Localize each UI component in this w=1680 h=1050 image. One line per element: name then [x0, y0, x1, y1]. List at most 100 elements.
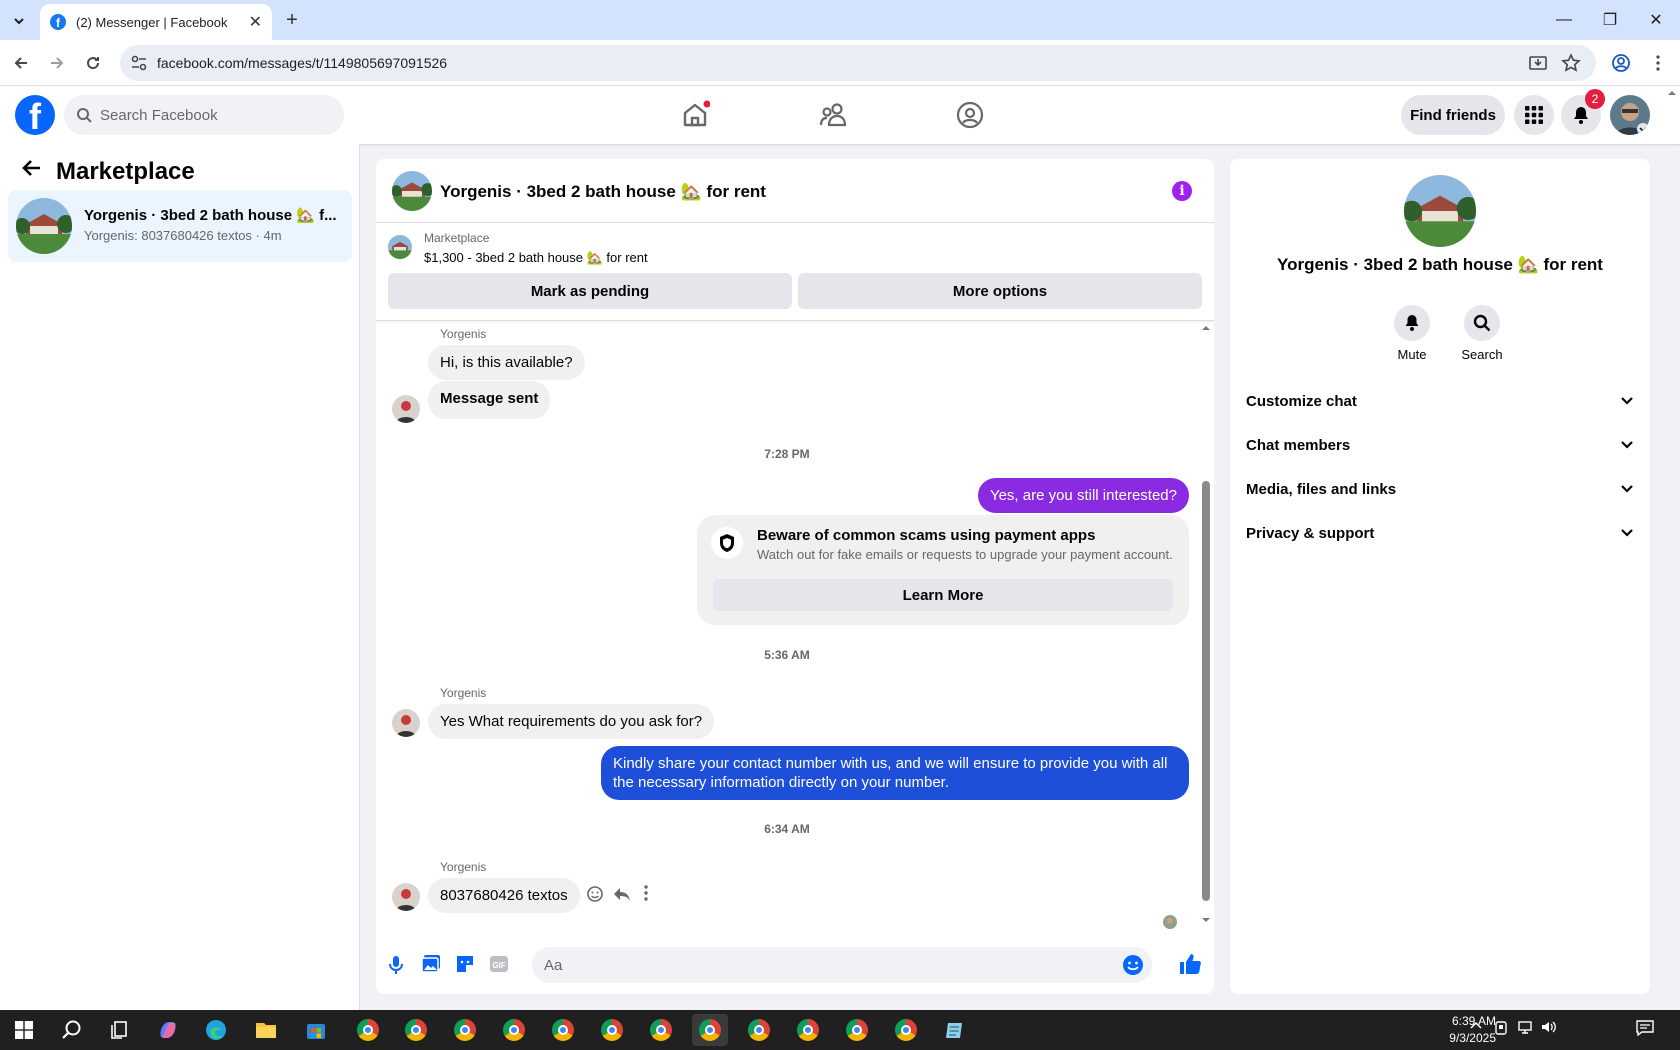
profile-icon[interactable] [1608, 50, 1634, 76]
shield-icon [711, 527, 743, 559]
info-panel-avatar[interactable] [1404, 175, 1476, 247]
message-outgoing[interactable]: Kindly share your contact number with us… [601, 746, 1189, 800]
like-thumb-icon[interactable] [1178, 952, 1202, 976]
section-label: Privacy & support [1246, 524, 1375, 542]
chrome-icon[interactable] [643, 1014, 679, 1046]
chrome-icon[interactable] [350, 1014, 386, 1046]
chrome-icon[interactable] [790, 1014, 826, 1046]
chat-header-avatar[interactable] [392, 171, 432, 211]
search-icon [77, 108, 92, 123]
chrome-icon[interactable] [447, 1014, 483, 1046]
restore-icon[interactable]: ❐ [1586, 0, 1634, 40]
chrome-icon[interactable] [398, 1014, 434, 1046]
notepad-icon[interactable] [937, 1014, 973, 1046]
browser-tab[interactable]: f (2) Messenger | Facebook ✕ [40, 4, 272, 40]
react-icon[interactable] [586, 885, 604, 903]
message-incoming[interactable]: Yes What requirements do you ask for? [428, 704, 715, 739]
chrome-icon[interactable] [545, 1014, 581, 1046]
seen-avatar [1163, 915, 1177, 929]
scrollbar-thumb[interactable] [1202, 481, 1210, 901]
message-incoming[interactable]: 8037680426 textos [428, 878, 580, 913]
sidebar-title: Marketplace [56, 158, 195, 185]
tray-app-icon[interactable] [1494, 1020, 1508, 1036]
volume-icon[interactable] [1541, 1020, 1557, 1034]
svg-text:GIF: GIF [492, 961, 505, 970]
chrome-icon[interactable] [692, 1014, 728, 1046]
menu-grid-icon[interactable] [1514, 95, 1554, 135]
message-more-icon[interactable] [644, 885, 648, 901]
friends-icon[interactable] [818, 100, 848, 130]
install-app-icon[interactable] [1528, 53, 1548, 73]
sticker-icon[interactable] [454, 953, 476, 975]
browser-toolbar: facebook.com/messages/t/1149805697091526 [0, 40, 1680, 86]
chat-scrollbar[interactable] [1198, 321, 1214, 927]
site-info-icon[interactable] [130, 54, 148, 72]
emoji-icon[interactable] [1122, 954, 1144, 976]
reply-icon[interactable] [613, 885, 631, 903]
listing-mini-thumbnail [388, 235, 412, 259]
notification-badge: 2 [1585, 89, 1605, 109]
reload-icon[interactable] [80, 50, 106, 76]
customize-chat-section[interactable]: Customize chat [1246, 379, 1634, 423]
sender-avatar [392, 883, 420, 911]
bookmark-star-icon[interactable] [1561, 53, 1581, 73]
search-icon [1464, 305, 1500, 341]
url-text: facebook.com/messages/t/1149805697091526 [157, 55, 448, 71]
gif-icon[interactable]: GIF [488, 953, 510, 975]
edge-icon[interactable] [198, 1014, 234, 1046]
photo-icon[interactable] [420, 953, 442, 975]
address-bar[interactable]: facebook.com/messages/t/1149805697091526 [120, 45, 1596, 81]
info-icon[interactable]: i [1172, 181, 1192, 201]
mute-button[interactable]: Mute [1382, 305, 1442, 362]
home-icon[interactable] [680, 100, 710, 130]
chat-title[interactable]: Yorgenis · 3bed 2 bath house 🏡 for rent [440, 182, 766, 202]
microsoft-store-icon[interactable] [298, 1014, 334, 1046]
chat-members-section[interactable]: Chat members [1246, 423, 1634, 467]
tab-close-icon[interactable]: ✕ [249, 12, 262, 32]
search-in-chat-button[interactable]: Search [1452, 305, 1512, 362]
new-tab-icon[interactable]: + [280, 8, 304, 32]
privacy-support-section[interactable]: Privacy & support [1246, 511, 1634, 555]
file-explorer-icon[interactable] [248, 1014, 284, 1046]
conversation-item[interactable]: Yorgenis · 3bed 2 bath house 🏡 f... Yorg… [8, 190, 352, 262]
account-avatar[interactable] [1610, 95, 1650, 135]
chrome-icon[interactable] [496, 1014, 532, 1046]
browser-menu-icon[interactable] [1645, 50, 1671, 76]
system-clock[interactable]: 6:39 AM 9/3/2025 [1416, 1013, 1496, 1047]
listing-title[interactable]: $1,300 - 3bed 2 bath house 🏡 for rent [424, 250, 648, 266]
chrome-icon[interactable] [594, 1014, 630, 1046]
back-icon[interactable] [8, 50, 34, 76]
message-incoming[interactable]: Message sent [428, 381, 551, 419]
message-input-placeholder: Aa [544, 956, 563, 974]
facebook-search-input[interactable]: Search Facebook [64, 95, 344, 135]
message-incoming[interactable]: Hi, is this available? [428, 345, 585, 380]
copilot-icon[interactable] [150, 1014, 186, 1046]
message-input[interactable]: Aa [532, 947, 1152, 983]
mark-as-pending-button[interactable]: Mark as pending [388, 273, 792, 309]
taskbar-search-icon[interactable] [54, 1014, 90, 1046]
minimize-icon[interactable]: — [1540, 0, 1588, 40]
media-files-links-section[interactable]: Media, files and links [1246, 467, 1634, 511]
marketplace-sidebar: Marketplace Yorgenis · 3bed 2 bath house… [0, 144, 360, 1010]
chrome-icon[interactable] [839, 1014, 875, 1046]
close-window-icon[interactable]: ✕ [1632, 0, 1680, 40]
learn-more-button[interactable]: Learn More [713, 579, 1173, 611]
notification-center-icon[interactable] [1636, 1020, 1654, 1036]
conversation-preview: Yorgenis: 8037680426 textos · 4m [84, 228, 282, 243]
page-scroll-up-icon[interactable] [1667, 90, 1677, 96]
more-options-button[interactable]: More options [798, 273, 1202, 309]
chrome-icon[interactable] [741, 1014, 777, 1046]
find-friends-button[interactable]: Find friends [1401, 95, 1505, 135]
microphone-icon[interactable] [386, 954, 406, 976]
task-view-icon[interactable] [102, 1014, 138, 1046]
start-windows-icon[interactable] [6, 1014, 42, 1046]
tab-search-icon[interactable] [7, 9, 31, 33]
back-arrow-icon[interactable] [20, 156, 44, 180]
chrome-icon[interactable] [888, 1014, 924, 1046]
groups-icon[interactable] [955, 100, 985, 130]
message-outgoing[interactable]: Yes, are you still interested? [977, 478, 1189, 513]
forward-icon[interactable] [44, 50, 70, 76]
facebook-logo-icon[interactable]: f [15, 95, 55, 135]
network-icon[interactable] [1517, 1020, 1533, 1034]
listing-banner: Marketplace $1,300 - 3bed 2 bath house 🏡… [376, 223, 1214, 321]
